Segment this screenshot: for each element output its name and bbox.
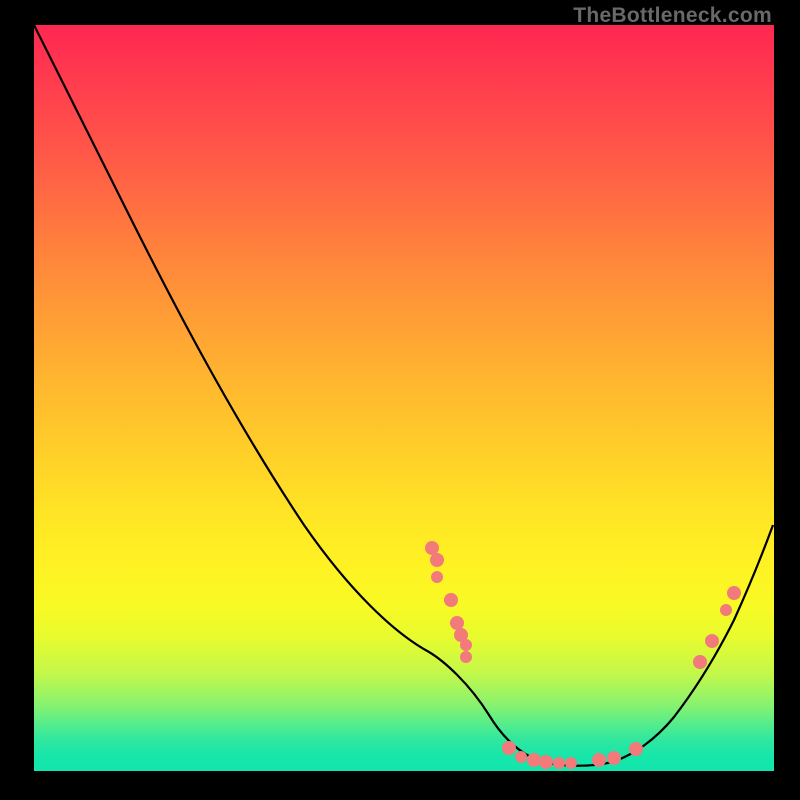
curve-marker xyxy=(502,741,516,755)
curve-marker xyxy=(444,593,458,607)
curve-marker xyxy=(592,753,606,767)
curve-marker xyxy=(565,757,577,769)
curve-marker xyxy=(527,753,541,767)
curve-marker xyxy=(515,751,527,763)
curve-markers xyxy=(425,541,741,769)
curve-marker xyxy=(727,586,741,600)
curve-marker xyxy=(450,616,464,630)
curve-marker xyxy=(460,639,472,651)
curve-marker xyxy=(425,541,439,555)
curve-line xyxy=(34,25,773,766)
curve-marker xyxy=(431,571,443,583)
curve-marker xyxy=(430,553,444,567)
curve-marker xyxy=(705,634,719,648)
curve-marker xyxy=(553,757,565,769)
curve-marker xyxy=(460,651,472,663)
bottleneck-curve-chart xyxy=(34,25,774,771)
curve-marker xyxy=(693,655,707,669)
curve-marker xyxy=(720,604,732,616)
curve-marker xyxy=(629,742,643,756)
curve-marker xyxy=(607,751,621,765)
curve-marker xyxy=(539,755,553,769)
